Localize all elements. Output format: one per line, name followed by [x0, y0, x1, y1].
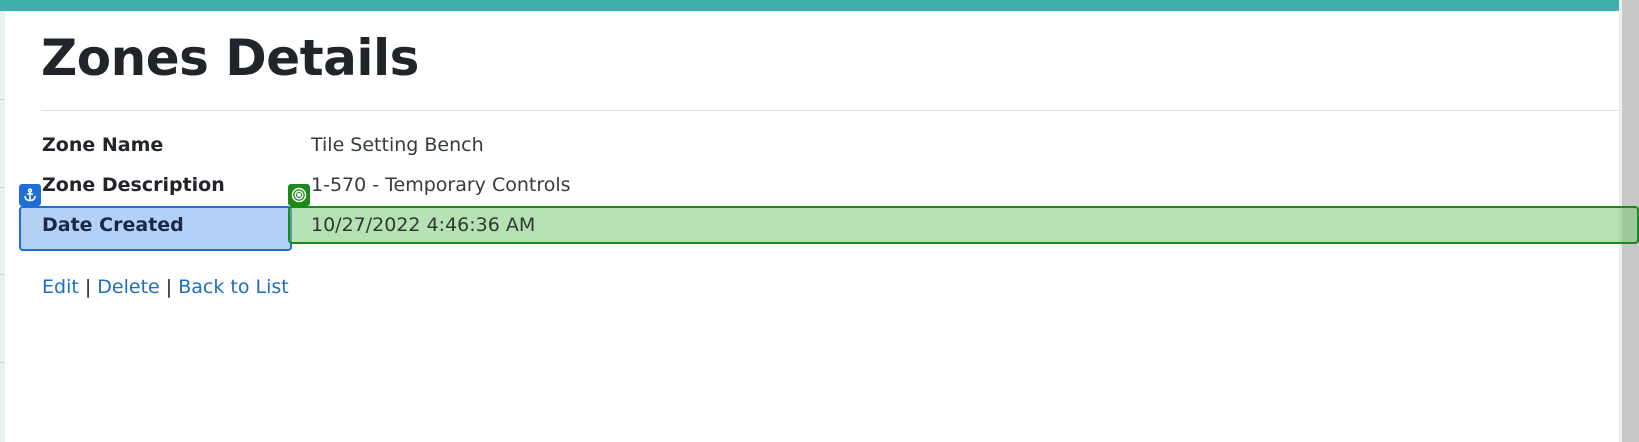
detail-label-zone-description: Zone Description	[42, 174, 225, 196]
detail-label-zone-name: Zone Name	[42, 134, 164, 156]
action-links: Edit | Delete | Back to List	[42, 276, 289, 298]
detail-value-zone-name: Tile Setting Bench	[311, 134, 484, 156]
detail-value-date-created: 10/27/2022 4:46:36 AM	[311, 214, 536, 236]
delete-link[interactable]: Delete	[97, 276, 159, 298]
link-separator: |	[84, 276, 92, 298]
detail-value-zone-description: 1-570 - Temporary Controls	[311, 174, 571, 196]
link-separator: |	[165, 276, 173, 298]
anchor-icon	[19, 184, 41, 206]
edit-link[interactable]: Edit	[42, 276, 79, 298]
detail-label-date-created: Date Created	[42, 214, 184, 236]
top-accent-bar	[0, 0, 1619, 11]
back-to-list-link[interactable]: Back to List	[178, 276, 289, 298]
page-title: Zones Details	[41, 29, 419, 87]
sidebar-edge	[0, 11, 5, 442]
target-icon	[288, 184, 310, 206]
title-divider	[41, 110, 1619, 111]
